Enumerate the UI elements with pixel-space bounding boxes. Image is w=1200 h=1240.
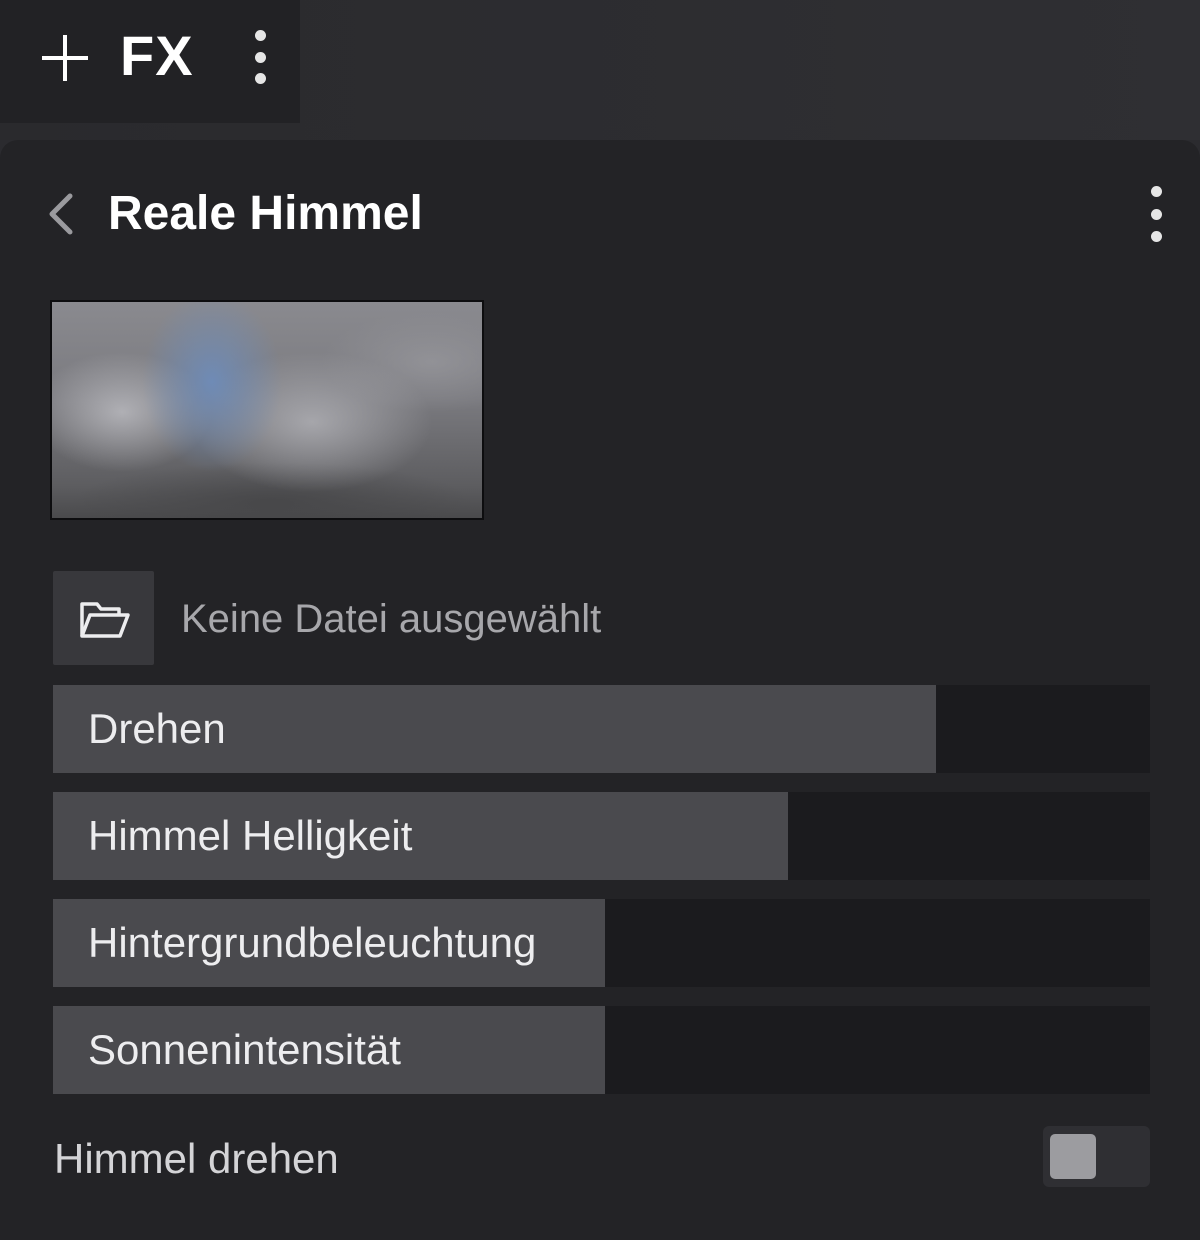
open-file-button[interactable] — [53, 571, 154, 665]
folder-open-icon — [80, 602, 130, 638]
top-bar: FX — [0, 0, 1200, 140]
fx-label: FX — [120, 24, 194, 87]
sky-preview-image[interactable] — [50, 300, 484, 520]
slider-label: Drehen — [88, 705, 226, 752]
slider-label: Hintergrundbeleuchtung — [88, 919, 537, 966]
slider-sky-brightness[interactable]: Himmel Helligkeit — [53, 792, 1150, 880]
toggle-knob — [1050, 1134, 1096, 1179]
slider-label: Himmel Helligkeit — [88, 812, 413, 859]
kebab-menu-icon[interactable] — [1149, 186, 1163, 242]
slider-background-lighting[interactable]: Hintergrundbeleuchtung — [53, 899, 1150, 987]
file-status-text: Keine Datei ausgewählt — [181, 597, 602, 641]
rotate-sky-label: Himmel drehen — [54, 1135, 339, 1182]
fx-tab[interactable]: FX — [0, 0, 300, 123]
panel-title: Reale Himmel — [108, 187, 423, 240]
slider-label: Sonnenintensität — [88, 1026, 401, 1073]
rotate-sky-toggle[interactable] — [1043, 1126, 1150, 1187]
slider-rotate[interactable]: Drehen — [53, 685, 1150, 773]
chevron-left-icon[interactable] — [44, 192, 76, 236]
real-sky-panel: Reale Himmel Keine Datei ausgewählt Dreh… — [0, 140, 1200, 1240]
slider-sun-intensity[interactable]: Sonnenintensität — [53, 1006, 1150, 1094]
plus-icon[interactable] — [40, 33, 90, 83]
kebab-menu-icon[interactable] — [253, 30, 267, 84]
